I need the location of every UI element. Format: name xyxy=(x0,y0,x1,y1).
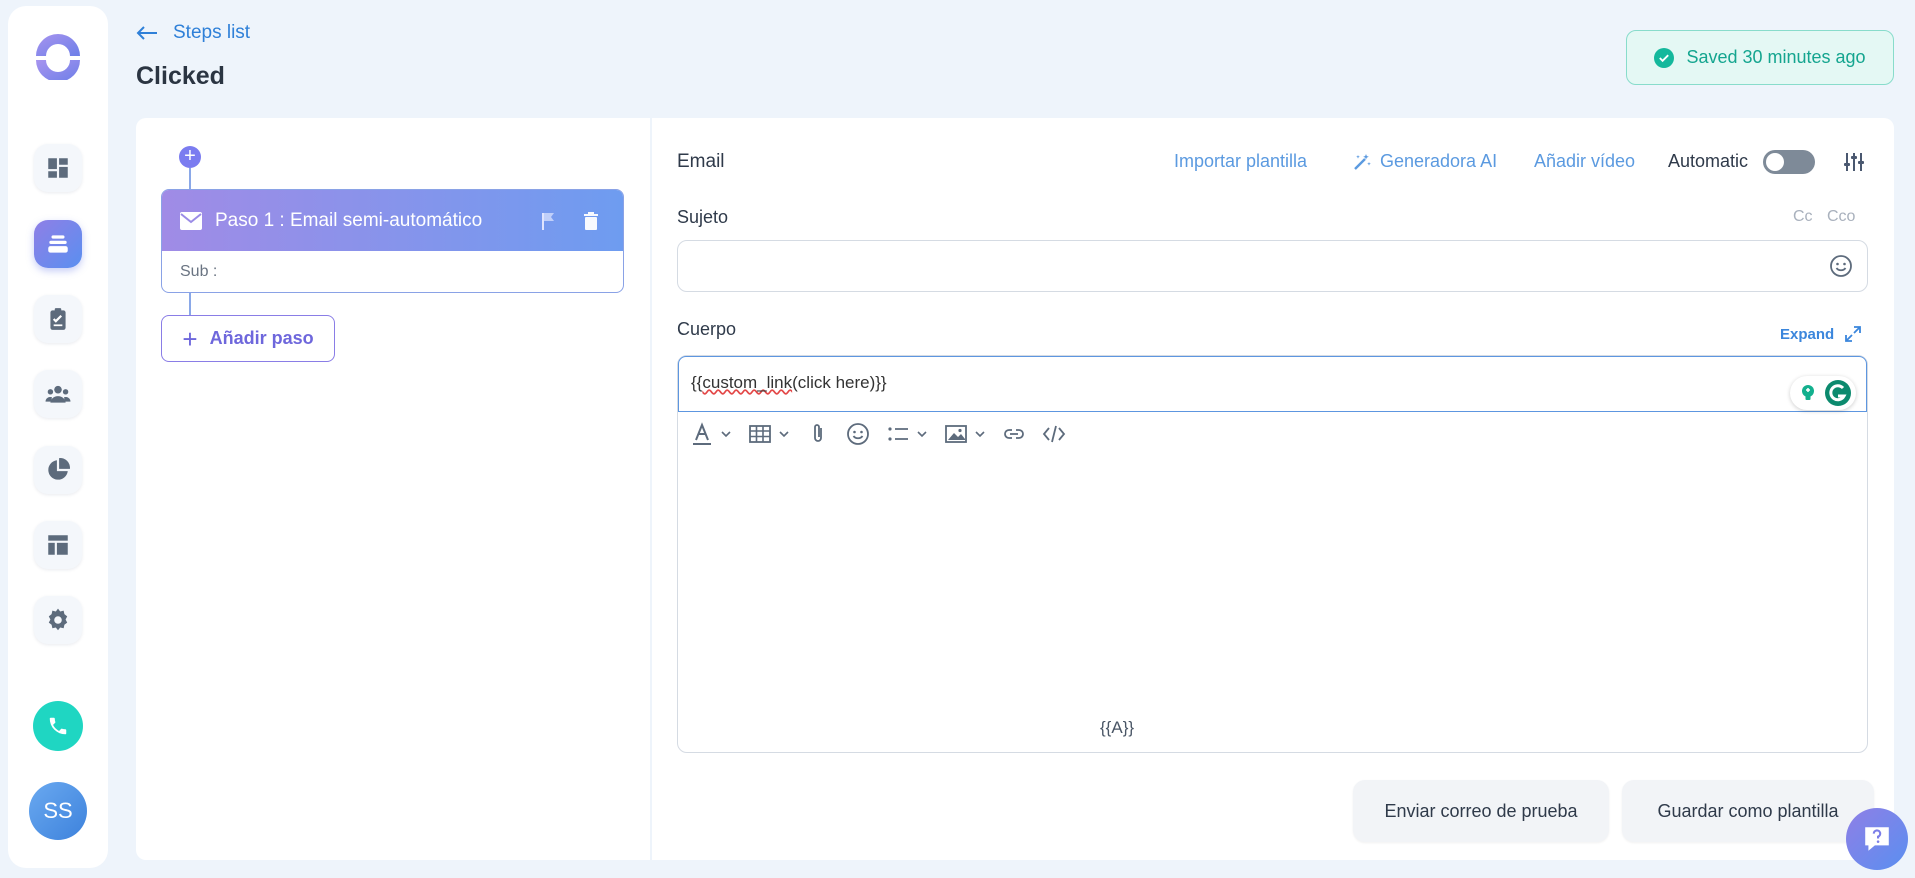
step-card-header: Paso 1 : Email semi-automático xyxy=(162,190,623,251)
chevron-down-icon xyxy=(917,431,927,438)
ai-generator-label: Generadora AI xyxy=(1380,151,1498,171)
add-step-label: Añadir paso xyxy=(209,328,314,348)
sequences-icon xyxy=(48,235,68,253)
code-button[interactable] xyxy=(1042,422,1066,446)
sidebar-item-reports[interactable] xyxy=(34,446,82,494)
back-to-steps-link[interactable]: Steps list xyxy=(136,22,250,44)
body-label: Cuerpo xyxy=(677,319,737,339)
flow-connector xyxy=(189,168,191,189)
step-subject: Sub : xyxy=(180,263,218,280)
subject-label: Sujeto xyxy=(677,207,729,227)
gear-icon xyxy=(48,608,68,631)
cc-link[interactable]: Cc xyxy=(1793,208,1813,226)
template-icon xyxy=(48,535,68,555)
toggle-knob xyxy=(1766,153,1784,171)
clipboard-icon xyxy=(50,308,66,330)
mail-icon xyxy=(180,211,202,230)
back-link-label: Steps list xyxy=(173,22,251,43)
sidebar: SS xyxy=(8,6,108,868)
saved-status-badge: Saved 30 minutes ago xyxy=(1626,30,1894,85)
phone-icon xyxy=(49,717,67,735)
contacts-icon xyxy=(45,385,71,403)
step-type-label: Email xyxy=(677,151,725,172)
sidebar-item-dashboard[interactable] xyxy=(34,144,82,192)
body-text-prefix: {{ xyxy=(691,373,703,392)
sidebar-item-settings[interactable] xyxy=(34,596,82,644)
subject-field[interactable] xyxy=(677,240,1868,292)
image-button[interactable] xyxy=(944,422,986,446)
saved-status-text: Saved 30 minutes ago xyxy=(1686,47,1866,67)
step-title: Paso 1 : Email semi-automático xyxy=(215,209,483,231)
arrow-left-icon xyxy=(136,26,157,40)
table-icon xyxy=(749,425,771,443)
check-circle-icon xyxy=(1654,47,1675,68)
grammarly-icon xyxy=(1825,380,1851,406)
link-button[interactable] xyxy=(1002,422,1026,446)
dashboard-icon xyxy=(48,158,68,178)
page-title: Clicked xyxy=(136,62,225,90)
send-test-email-button[interactable]: Enviar correo de prueba xyxy=(1353,780,1609,842)
text-color-icon xyxy=(693,422,711,445)
flow-connector xyxy=(189,293,191,315)
body-text-link: custom_link xyxy=(702,373,793,392)
app-logo-icon[interactable] xyxy=(34,32,82,80)
flag-icon[interactable] xyxy=(539,211,559,231)
add-step-above-button[interactable]: + xyxy=(179,146,201,168)
import-template-link[interactable]: Importar plantilla xyxy=(1174,151,1307,172)
ai-generator-link[interactable]: Generadora AI xyxy=(1352,151,1497,172)
expand-label: Expand xyxy=(1780,325,1835,343)
link-icon xyxy=(1004,429,1024,439)
automatic-toggle[interactable] xyxy=(1763,150,1815,174)
formatting-toolbar xyxy=(690,422,1082,446)
emoji-icon xyxy=(847,423,869,445)
emoji-button[interactable] xyxy=(846,422,870,446)
list-button[interactable] xyxy=(886,422,928,446)
variable-insert-button[interactable]: {{A}} xyxy=(1100,718,1134,738)
trash-icon[interactable] xyxy=(581,211,601,231)
text-color-button[interactable] xyxy=(690,422,732,446)
code-icon xyxy=(1042,425,1066,443)
expand-button[interactable]: Expand xyxy=(1780,325,1862,343)
paperclip-icon xyxy=(814,424,822,442)
table-button[interactable] xyxy=(748,422,790,446)
magic-wand-icon xyxy=(1354,153,1371,170)
help-button[interactable] xyxy=(1846,808,1908,870)
help-icon xyxy=(1865,827,1889,851)
step-card-1[interactable]: Paso 1 : Email semi-automático Sub : xyxy=(161,189,624,293)
body-text-suffix: (click here)}} xyxy=(792,373,887,392)
lightbulb-icon xyxy=(1802,385,1814,400)
attach-button[interactable] xyxy=(806,422,830,446)
plus-icon: + xyxy=(182,323,198,354)
expand-icon xyxy=(1845,326,1862,342)
sidebar-item-contacts[interactable] xyxy=(34,370,82,418)
automatic-label: Automatic xyxy=(1668,151,1749,171)
sidebar-item-sequences[interactable] xyxy=(34,220,82,268)
pie-chart-icon xyxy=(48,458,70,480)
save-as-template-button[interactable]: Guardar como plantilla xyxy=(1622,780,1874,842)
sidebar-item-tasks[interactable] xyxy=(34,295,82,343)
bcc-link[interactable]: Cco xyxy=(1827,208,1855,226)
image-icon xyxy=(945,425,967,443)
body-text-area[interactable]: {{custom_link(click here)}} xyxy=(678,356,1867,412)
avatar[interactable]: SS xyxy=(29,782,87,840)
bullet-list-icon xyxy=(888,427,908,441)
sliders-icon[interactable] xyxy=(1842,150,1866,174)
emoji-icon[interactable] xyxy=(1829,254,1853,278)
add-step-button[interactable]: + Añadir paso xyxy=(161,315,335,362)
phone-button[interactable] xyxy=(33,701,83,751)
body-editor[interactable] xyxy=(677,355,1868,753)
chevron-down-icon xyxy=(721,431,731,438)
subject-input[interactable] xyxy=(678,241,1798,289)
grammarly-widget[interactable] xyxy=(1790,376,1856,410)
sidebar-item-templates[interactable] xyxy=(34,521,82,569)
chevron-down-icon xyxy=(975,431,985,438)
add-video-link[interactable]: Añadir vídeo xyxy=(1534,151,1635,172)
chevron-down-icon xyxy=(779,431,789,438)
